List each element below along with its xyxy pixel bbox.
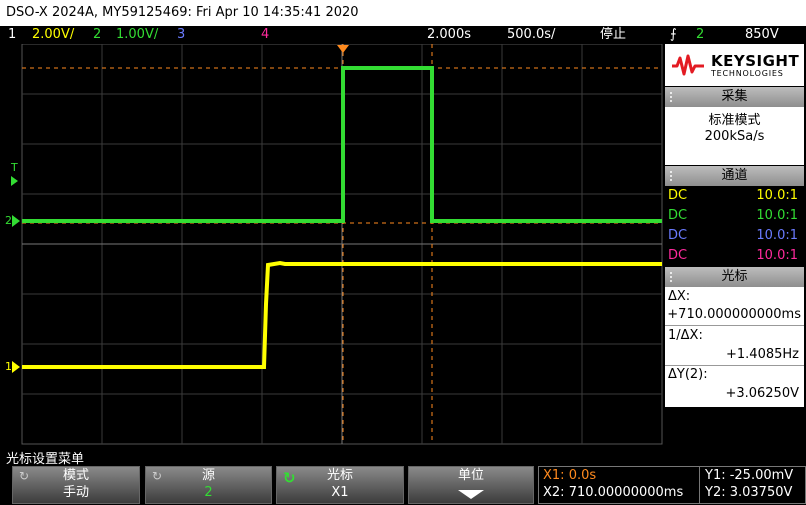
ch2-number[interactable]: 2 — [93, 26, 101, 44]
cursor-title: 光标 — [721, 269, 748, 284]
ch1-ground-marker[interactable]: 1 — [5, 360, 20, 373]
cursor-panel[interactable]: 光标 ΔX: +710.000000000ms 1/ΔX: +1.4085Hz … — [665, 267, 804, 407]
trigger-level[interactable]: 850V — [745, 26, 779, 44]
graticule — [21, 44, 663, 445]
grip-icon — [669, 91, 673, 103]
acquisition-title: 采集 — [721, 89, 748, 104]
x2-readout: X2: 710.00000000ms — [543, 485, 684, 500]
rotate-active-icon: ↻ — [283, 469, 296, 487]
ch3-number[interactable]: 3 — [177, 26, 185, 44]
ch1-coupling: DC — [668, 188, 688, 203]
rotate-icon: ↻ — [152, 469, 163, 483]
ch4-number[interactable]: 4 — [261, 26, 269, 44]
channels-title: 通道 — [721, 168, 748, 183]
divider — [665, 365, 804, 366]
time-delay[interactable]: 2.000s — [427, 26, 471, 44]
cursor-value: X1 — [331, 485, 349, 500]
delta-y-label: ΔY(2): — [668, 367, 708, 382]
time-scale[interactable]: 500.0s/ — [507, 26, 555, 44]
ch1-scale[interactable]: 2.00V/ — [32, 26, 74, 44]
ch2-probe: 10.0:1 — [756, 208, 798, 223]
sample-rate: 200kSa/s — [704, 129, 765, 144]
grip-icon — [669, 170, 673, 182]
softkey-bar: 光标设置菜单 ↻ 模式 手动 ↻ 源 2 ↻ 光标 X1 单位 X1: 0.0s… — [0, 446, 806, 505]
y2-readout: Y2: 3.03750V — [705, 485, 793, 500]
mode-value: 手动 — [62, 485, 89, 500]
ch3-coupling: DC — [668, 228, 688, 243]
readout-divider — [699, 466, 700, 504]
acquisition-mode: 标准模式 — [708, 113, 761, 128]
ch2-ground-marker-label: 2 — [5, 214, 12, 227]
chevron-down-icon — [458, 490, 484, 499]
status-bar: 1 2.00V/ 2 1.00V/ 3 4 2.000s 500.0s/ 停止 … — [0, 26, 806, 44]
units-softkey[interactable]: 单位 — [408, 466, 534, 504]
trigger-source[interactable]: 2 — [696, 26, 704, 44]
units-label: 单位 — [457, 468, 484, 483]
ch3-probe: 10.0:1 — [756, 228, 798, 243]
ch2-scale[interactable]: 1.00V/ — [116, 26, 158, 44]
ch1-number[interactable]: 1 — [8, 26, 16, 44]
source-label: 源 — [201, 468, 215, 483]
side-panel: KEYSIGHT TECHNOLOGIES 采集 标准模式 200kSa/s 通… — [665, 44, 806, 446]
grip-icon — [669, 271, 673, 283]
keysight-logo-icon — [672, 54, 704, 76]
delta-x-label: ΔX: — [668, 289, 691, 304]
mode-softkey[interactable]: ↻ 模式 手动 — [12, 466, 140, 504]
channels-panel[interactable]: 通道 DC 10.0:1 DC 10.0:1 DC 10.0:1 DC 10.0… — [665, 166, 804, 266]
cursor-readout: X1: 0.0s X2: 710.00000000ms Y1: -25.00mV… — [538, 466, 806, 504]
ch2-coupling: DC — [668, 208, 688, 223]
trigger-slope-icon: ⨍ — [670, 27, 677, 42]
waveform-display[interactable]: T 2 1 — [0, 44, 664, 446]
inv-delta-x-label: 1/ΔX: — [668, 328, 703, 343]
cursor-label: 光标 — [326, 468, 353, 483]
delta-x-value: +710.000000000ms — [667, 307, 801, 322]
mode-label: 模式 — [62, 468, 89, 483]
ch2-ground-marker[interactable]: 2 — [5, 214, 20, 227]
acquisition-panel[interactable]: 采集 标准模式 200kSa/s — [665, 87, 804, 165]
inv-delta-x-value: +1.4085Hz — [726, 347, 799, 362]
delta-y-value: +3.06250V — [725, 386, 799, 401]
brand-subtitle: TECHNOLOGIES — [711, 69, 784, 78]
brand-panel: KEYSIGHT TECHNOLOGIES — [665, 44, 804, 86]
trigger-level-marker-label: T — [11, 161, 18, 174]
source-value: 2 — [204, 485, 213, 500]
rotate-icon: ↻ — [19, 469, 30, 483]
run-state: 停止 — [600, 27, 627, 42]
ch1-ground-marker-label: 1 — [5, 360, 12, 373]
y1-readout: Y1: -25.00mV — [705, 468, 794, 483]
trigger-position-marker — [337, 45, 349, 53]
x1-readout: X1: 0.0s — [543, 468, 597, 483]
cursor-header: 光标 — [665, 267, 804, 287]
ch1-probe: 10.0:1 — [756, 188, 798, 203]
ch4-probe: 10.0:1 — [756, 248, 798, 263]
cursor-softkey[interactable]: ↻ 光标 X1 — [276, 466, 404, 504]
trigger-level-marker[interactable]: T — [11, 162, 18, 186]
acquisition-header: 采集 — [665, 87, 804, 107]
divider — [665, 325, 804, 326]
window-title: DSO-X 2024A, MY59125469: Fri Apr 10 14:3… — [0, 0, 806, 26]
ch4-coupling: DC — [668, 248, 688, 263]
channels-header: 通道 — [665, 166, 804, 186]
brand-name: KEYSIGHT — [711, 52, 800, 70]
menu-title: 光标设置菜单 — [6, 452, 85, 467]
source-softkey[interactable]: ↻ 源 2 — [145, 466, 272, 504]
